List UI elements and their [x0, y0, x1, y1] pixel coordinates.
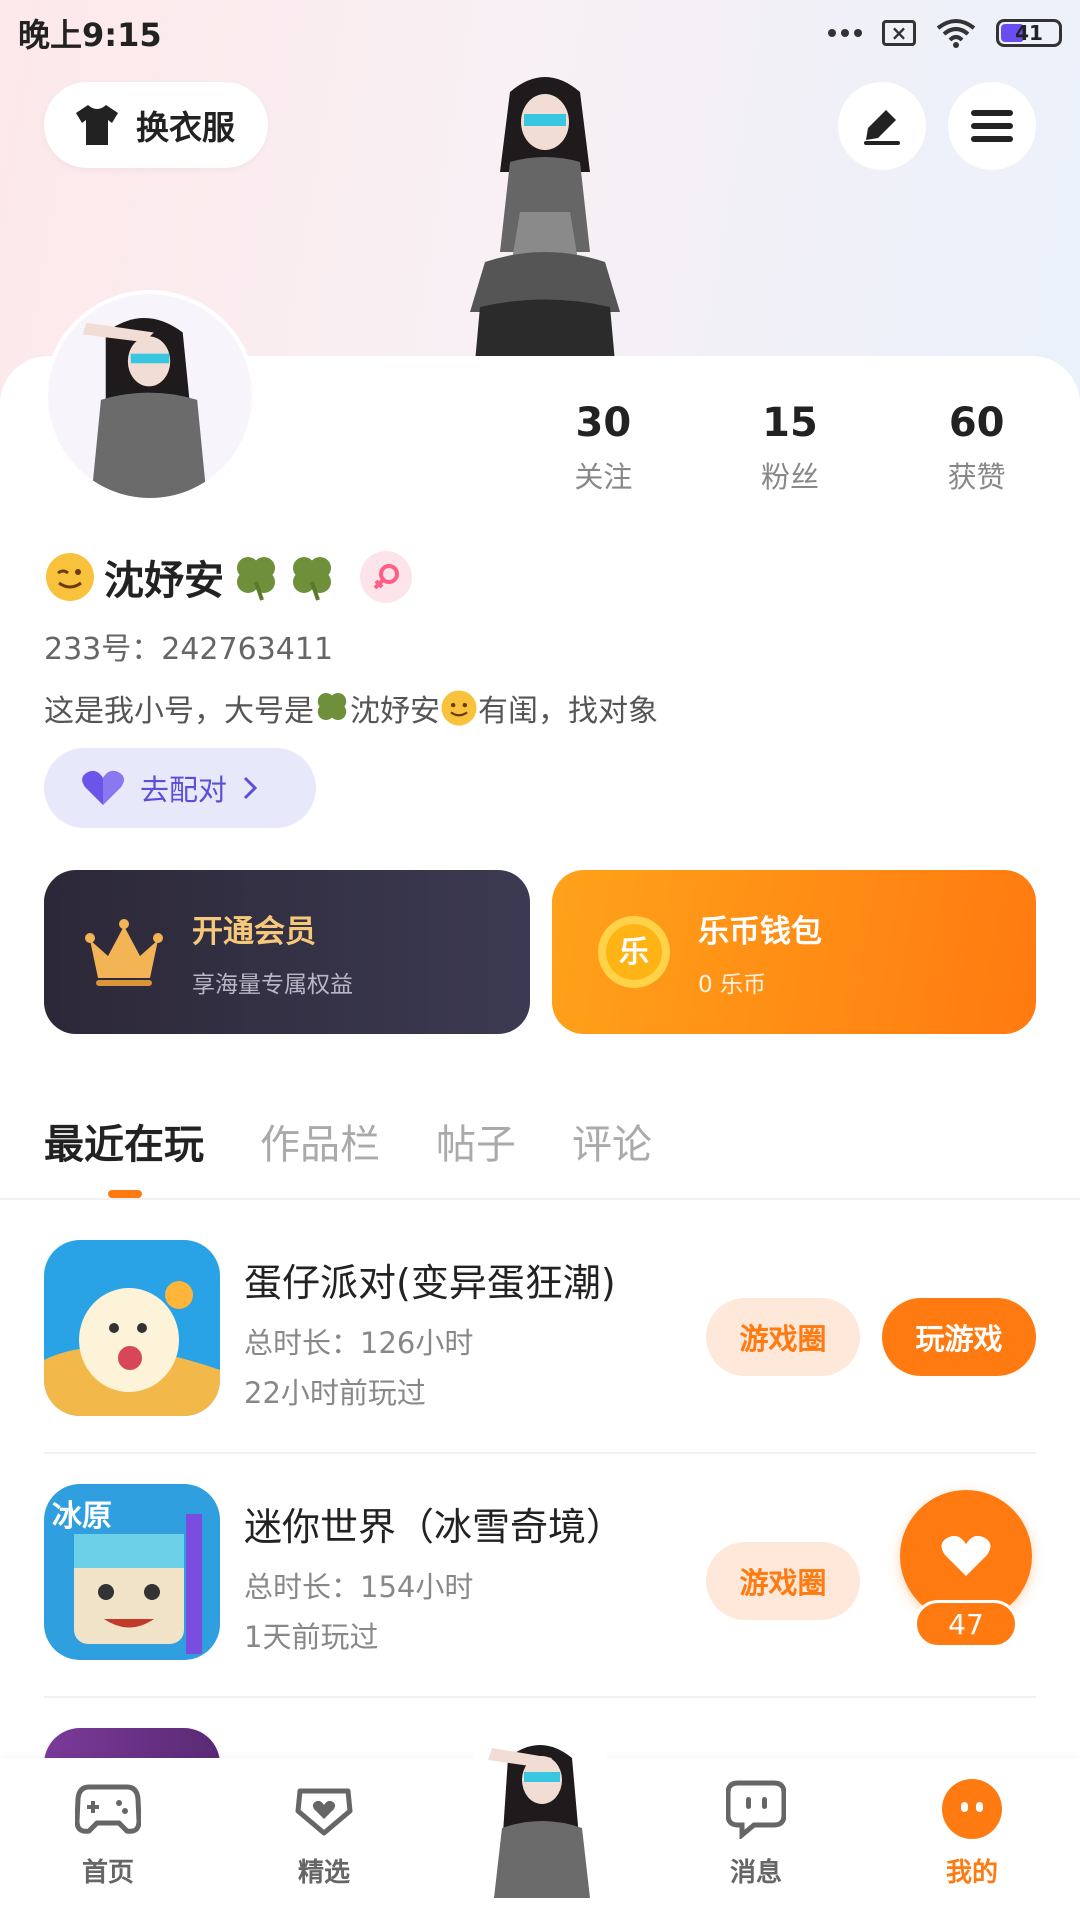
- like-count-badge: 47: [914, 1600, 1018, 1648]
- game-list-item[interactable]: 冰原 迷你世界（冰雪奇境） 总时长：154小时 1天前玩过 游戏圈: [44, 1454, 1036, 1696]
- edit-profile-button[interactable]: [838, 82, 926, 170]
- game-list-item[interactable]: 蛋仔派对(变异蛋狂潮) 总时长：126小时 22小时前玩过 游戏圈 玩游戏: [44, 1210, 1036, 1452]
- clover-icon: [293, 557, 331, 601]
- change-outfit-button[interactable]: 换衣服: [44, 82, 268, 168]
- active-tab-indicator: [108, 1190, 142, 1198]
- heart-icon: [82, 770, 124, 805]
- go-match-button[interactable]: 去配对: [44, 748, 316, 828]
- vip-title: 开通会员: [192, 913, 316, 950]
- nav-featured-label: 精选: [297, 1858, 350, 1888]
- female-gender-badge: [360, 551, 412, 603]
- coin-wallet-card[interactable]: 乐 乐币钱包 0 乐币: [552, 870, 1036, 1034]
- coin-char: 乐: [619, 935, 649, 970]
- game-title: 蛋仔派对(变异蛋狂潮): [244, 1261, 616, 1305]
- battery-icon: 41: [996, 19, 1062, 47]
- following-label: 关注: [574, 460, 633, 494]
- chevron-right-icon: [243, 776, 258, 800]
- menu-button[interactable]: [948, 82, 1036, 170]
- play-game-button[interactable]: 玩游戏: [882, 1298, 1036, 1376]
- nav-featured[interactable]: 精选: [254, 1774, 394, 1889]
- game-icon-text: 冰原: [52, 1499, 112, 1534]
- status-bar: 晚上9:15 × 41: [0, 0, 1080, 66]
- stat-likes[interactable]: 60 获赞: [883, 400, 1070, 496]
- more-notifications-icon: [828, 29, 862, 37]
- tab-posts[interactable]: 帖子: [436, 1112, 516, 1170]
- avatar-character-figure[interactable]: [440, 62, 650, 362]
- profile-stats: 30 关注 15 粉丝 60 获赞: [510, 400, 1070, 496]
- vip-membership-card[interactable]: 开通会员 享海量专属权益: [44, 870, 530, 1034]
- gamepad-icon: [75, 1784, 141, 1834]
- game-last-played: 22小时前玩过: [244, 1376, 426, 1410]
- nav-avatar-figure: [488, 1745, 590, 1898]
- status-time: 晚上9:15: [18, 16, 162, 54]
- user-id: 233号：242763411: [44, 632, 334, 667]
- game-icon-mini-world: 冰原: [44, 1484, 220, 1660]
- hamburger-menu-icon: [971, 110, 1013, 142]
- stat-followers[interactable]: 15 粉丝: [697, 400, 884, 496]
- nav-avatar-center[interactable]: [462, 1718, 618, 1898]
- profile-name-row: 沈妤安: [44, 548, 412, 606]
- change-outfit-label: 换衣服: [136, 108, 235, 147]
- profile-face-icon: [942, 1779, 1002, 1839]
- row-divider: [44, 1696, 1036, 1698]
- wink-emoji-icon: [46, 553, 94, 601]
- followers-count: 15: [762, 400, 818, 446]
- likes-label: 获赞: [947, 460, 1006, 494]
- profile-bio: 这是我小号，大号是 沈妤安 有闺，找对象: [44, 686, 658, 730]
- profile-name: 沈妤安: [104, 558, 224, 604]
- heart-icon: [941, 1535, 991, 1576]
- nav-me[interactable]: 我的: [902, 1774, 1042, 1889]
- coin-icon: 乐: [598, 916, 670, 988]
- game-circle-button[interactable]: 游戏圈: [706, 1542, 860, 1620]
- game-icon-eggy-party: [44, 1240, 220, 1416]
- nav-messages[interactable]: 消息: [686, 1774, 826, 1889]
- bio-text-part2: 有闺，找对象: [478, 694, 658, 729]
- tab-works[interactable]: 作品栏: [260, 1112, 380, 1170]
- tabs-divider: [0, 1198, 1080, 1200]
- game-last-played: 1天前玩过: [244, 1620, 379, 1654]
- game-total-time: 总时长：154小时: [244, 1570, 474, 1604]
- clover-icon: [237, 557, 275, 601]
- following-count: 30: [575, 400, 632, 446]
- wallet-title: 乐币钱包: [698, 913, 822, 950]
- tab-comments[interactable]: 评论: [572, 1112, 652, 1170]
- chat-bubble-icon: [726, 1780, 786, 1839]
- tab-recently-played[interactable]: 最近在玩: [44, 1112, 204, 1170]
- bio-name: 沈妤安: [350, 694, 440, 729]
- profile-tabs: 最近在玩 作品栏 帖子 评论: [44, 1112, 652, 1170]
- sim-off-icon: ×: [882, 20, 916, 46]
- wifi-icon: [936, 19, 976, 48]
- smile-emoji-icon: [441, 690, 477, 726]
- heart-badge-icon: [295, 1788, 353, 1836]
- likes-count: 60: [948, 400, 1005, 446]
- avatar[interactable]: [44, 290, 256, 502]
- game-title: 迷你世界（冰雪奇境）: [244, 1505, 625, 1549]
- vip-subtitle: 享海量专属权益: [192, 971, 353, 998]
- female-icon: [373, 564, 399, 590]
- go-match-label: 去配对: [140, 773, 228, 807]
- nav-me-label: 我的: [945, 1858, 998, 1888]
- pencil-icon: [864, 110, 900, 145]
- followers-label: 粉丝: [761, 460, 820, 494]
- stat-following[interactable]: 30 关注: [510, 400, 697, 496]
- game-total-time: 总时长：126小时: [244, 1326, 474, 1360]
- battery-level: 41: [1015, 21, 1043, 45]
- game-circle-button[interactable]: 游戏圈: [706, 1298, 860, 1376]
- vip-text: 开通会员 享海量专属权益: [192, 906, 353, 999]
- nav-home-label: 首页: [81, 1858, 134, 1888]
- tshirt-icon: [76, 105, 118, 145]
- crown-icon: [85, 919, 163, 986]
- wallet-balance: 0 乐币: [698, 971, 766, 998]
- wallet-text: 乐币钱包 0 乐币: [698, 906, 822, 999]
- bio-text-part1: 这是我小号，大号是: [44, 694, 314, 729]
- clover-icon: [317, 693, 347, 720]
- status-icons: × 41: [828, 18, 1062, 48]
- nav-home[interactable]: 首页: [38, 1774, 178, 1889]
- nav-messages-label: 消息: [729, 1858, 782, 1888]
